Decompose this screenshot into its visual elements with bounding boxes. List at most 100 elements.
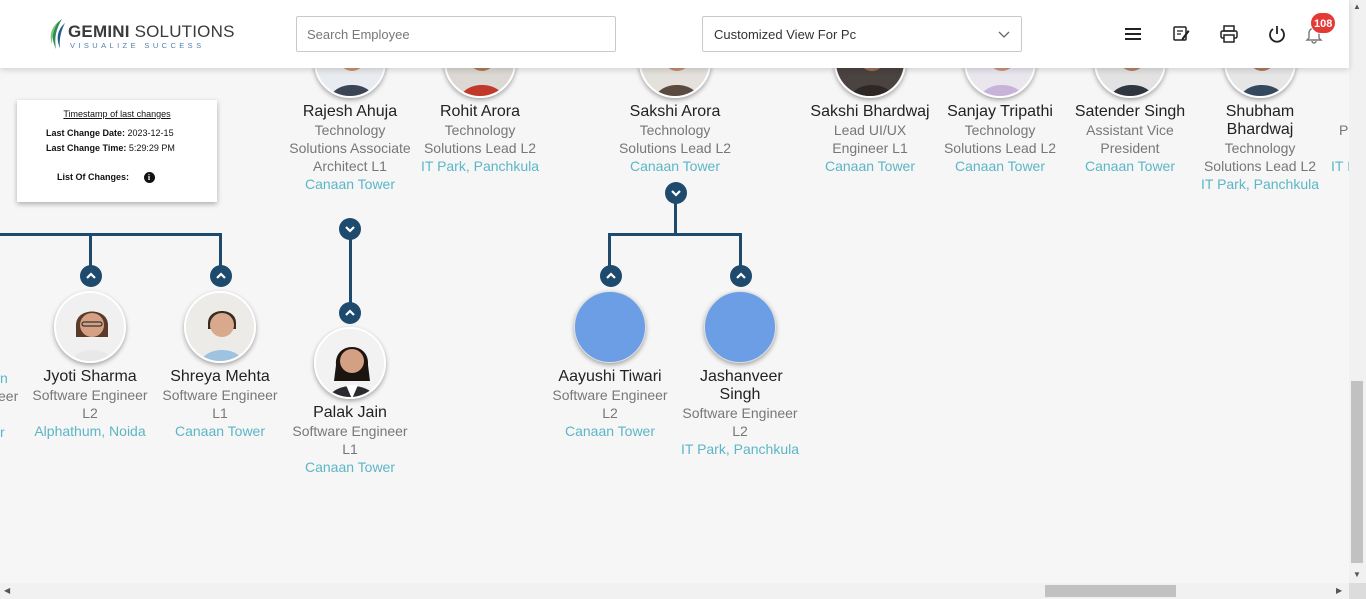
employee-designation: Software Engineer L2 — [552, 387, 668, 421]
chevron-up-icon — [736, 272, 746, 279]
employee-name: Jyoti Sharma — [43, 368, 137, 385]
employee-card-palak-jain[interactable]: Palak Jain Software Engineer L1 Canaan T… — [288, 404, 412, 476]
employee-name: Jashanveer Singh — [700, 368, 783, 403]
employee-card-shubham-bhardwaj[interactable]: Shubham Bhardwaj Technology Solutions Le… — [1198, 103, 1322, 193]
logo-tagline: VISUALIZE SUCCESS — [70, 41, 205, 50]
chevron-down-icon — [998, 31, 1010, 38]
collapse-toggle-button[interactable] — [210, 265, 232, 287]
horizontal-scrollbar[interactable]: ◀ ▶ — [0, 583, 1349, 599]
employee-location: Canaan Tower — [954, 158, 1046, 174]
avatar-palak-jain[interactable] — [314, 327, 386, 399]
partial-designation-right: P — [1339, 122, 1349, 138]
employee-location: Alphathum, Noida — [34, 423, 146, 439]
employee-designation: Software Engineer L1 — [162, 387, 278, 421]
avatar-jyoti-sharma[interactable] — [54, 291, 126, 363]
employee-location: Canaan Tower — [304, 176, 396, 192]
view-select-dropdown[interactable]: Customized View For Pc — [702, 16, 1022, 52]
employee-name: Rohit Arora — [439, 103, 521, 120]
employee-designation: Software Engineer L2 — [682, 405, 798, 439]
employee-designation: Technology Solutions Lead L2 — [1203, 140, 1317, 174]
employee-card-aayushi-tiwari[interactable]: Aayushi Tiwari Software Engineer L2 Cana… — [548, 368, 672, 440]
collapse-toggle-button[interactable] — [600, 265, 622, 287]
partial-name-left: n — [0, 370, 8, 386]
employee-card-jyoti-sharma[interactable]: Jyoti Sharma Software Engineer L2 Alphat… — [28, 368, 152, 440]
partial-location-right: IT I — [1331, 158, 1351, 174]
scroll-down-arrow-icon[interactable]: ▼ — [1353, 570, 1361, 579]
employee-designation: Software Engineer L1 — [292, 423, 408, 457]
last-change-time: Last Change Time: 5:29:29 PM — [46, 143, 175, 153]
connector-line — [608, 233, 742, 236]
list-of-changes: List Of Changes: i — [57, 172, 155, 183]
connector-line — [89, 233, 92, 267]
logo-wordmark: GEMINI SOLUTIONS — [68, 22, 235, 41]
employee-card-shreya-mehta[interactable]: Shreya Mehta Software Engineer L1 Canaan… — [158, 368, 282, 440]
scroll-left-arrow-icon[interactable]: ◀ — [4, 586, 10, 595]
employee-location: Canaan Tower — [564, 423, 656, 439]
employee-name: Aayushi Tiwari — [558, 368, 662, 385]
employee-name: Satender Singh — [1074, 103, 1186, 120]
employee-designation: Assistant Vice President — [1086, 122, 1174, 156]
vertical-scrollbar[interactable]: ▲ ▼ — [1349, 0, 1366, 583]
collapse-toggle-button[interactable] — [339, 302, 361, 324]
chevron-up-icon — [86, 272, 96, 279]
connector-line — [739, 233, 742, 267]
last-change-date: Last Change Date: 2023-12-15 — [46, 128, 174, 138]
employee-card-sanjay-tripathi[interactable]: Sanjay Tripathi Technology Solutions Lea… — [938, 103, 1062, 175]
employee-card-satender-singh[interactable]: Satender Singh Assistant Vice President … — [1068, 103, 1192, 175]
employee-designation: Technology Solutions Lead L2 — [423, 122, 537, 156]
employee-name: Sakshi Bhardwaj — [810, 103, 930, 120]
horizontal-scroll-thumb[interactable] — [1045, 585, 1176, 597]
employee-card-sakshi-arora[interactable]: Sakshi Arora Technology Solutions Lead L… — [613, 103, 737, 175]
employee-card-rajesh-ahuja[interactable]: Rajesh Ahuja Technology Solutions Associ… — [288, 103, 412, 193]
employee-designation: Technology Solutions Associate Architect… — [289, 122, 411, 174]
avatar-placeholder-aayushi-tiwari[interactable] — [574, 291, 646, 363]
chevron-down-icon — [345, 226, 355, 233]
power-icon[interactable] — [1267, 24, 1287, 44]
employee-name: Sanjay Tripathi — [947, 103, 1053, 120]
partial-location-left: r — [0, 424, 5, 440]
employee-card-jashanveer-singh[interactable]: Jashanveer Singh Software Engineer L2 IT… — [678, 368, 802, 458]
employee-location: IT Park, Panchkula — [420, 158, 540, 174]
employee-name: Shreya Mehta — [170, 368, 270, 385]
employee-designation: Lead UI/UX Engineer L1 — [832, 122, 908, 156]
scroll-up-arrow-icon[interactable]: ▲ — [1353, 2, 1361, 11]
edit-note-icon[interactable] — [1171, 24, 1191, 44]
gemini-logo[interactable]: GEMINI SOLUTIONS VISUALIZE SUCCESS — [48, 16, 234, 52]
employee-name: Rajesh Ahuja — [302, 103, 398, 120]
leaf-logo-icon — [50, 19, 65, 49]
partial-designation-left: eer — [0, 388, 19, 404]
employee-name: Palak Jain — [313, 404, 387, 421]
avatar-shreya-mehta[interactable] — [184, 291, 256, 363]
collapse-toggle-button[interactable] — [80, 265, 102, 287]
expand-toggle-button[interactable] — [665, 182, 687, 204]
employee-location: Canaan Tower — [1084, 158, 1176, 174]
scrollbar-corner — [1349, 583, 1366, 599]
search-employee-input[interactable] — [296, 16, 616, 52]
employee-location: Canaan Tower — [304, 459, 396, 475]
employee-location: Canaan Tower — [824, 158, 916, 174]
employee-card-rohit-arora[interactable]: Rohit Arora Technology Solutions Lead L2… — [418, 103, 542, 175]
scroll-right-arrow-icon[interactable]: ▶ — [1336, 586, 1342, 595]
avatar-placeholder-jashanveer-singh[interactable] — [704, 291, 776, 363]
connector-line — [349, 230, 352, 308]
connector-line — [0, 233, 222, 236]
vertical-scroll-thumb[interactable] — [1351, 381, 1363, 563]
employee-name: Sakshi Arora — [629, 103, 721, 120]
view-select-value: Customized View For Pc — [714, 27, 857, 42]
chevron-up-icon — [606, 272, 616, 279]
timestamp-title: Timestamp of last changes — [63, 109, 171, 119]
chevron-down-icon — [671, 190, 681, 197]
top-header: GEMINI SOLUTIONS VISUALIZE SUCCESS Custo… — [0, 0, 1349, 68]
collapse-toggle-button[interactable] — [730, 265, 752, 287]
info-icon[interactable]: i — [143, 172, 155, 183]
menu-icon[interactable] — [1123, 24, 1143, 44]
employee-location: IT Park, Panchkula — [1200, 176, 1320, 192]
expand-toggle-button[interactable] — [339, 218, 361, 240]
employee-designation: Technology Solutions Lead L2 — [618, 122, 732, 156]
employee-designation: Software Engineer L2 — [32, 387, 148, 421]
employee-card-sakshi-bhardwaj[interactable]: Sakshi Bhardwaj Lead UI/UX Engineer L1 C… — [806, 103, 934, 175]
timestamp-panel: Timestamp of last changes Last Change Da… — [17, 100, 217, 202]
connector-line — [219, 233, 222, 267]
print-icon[interactable] — [1219, 24, 1239, 44]
chevron-up-icon — [216, 272, 226, 279]
